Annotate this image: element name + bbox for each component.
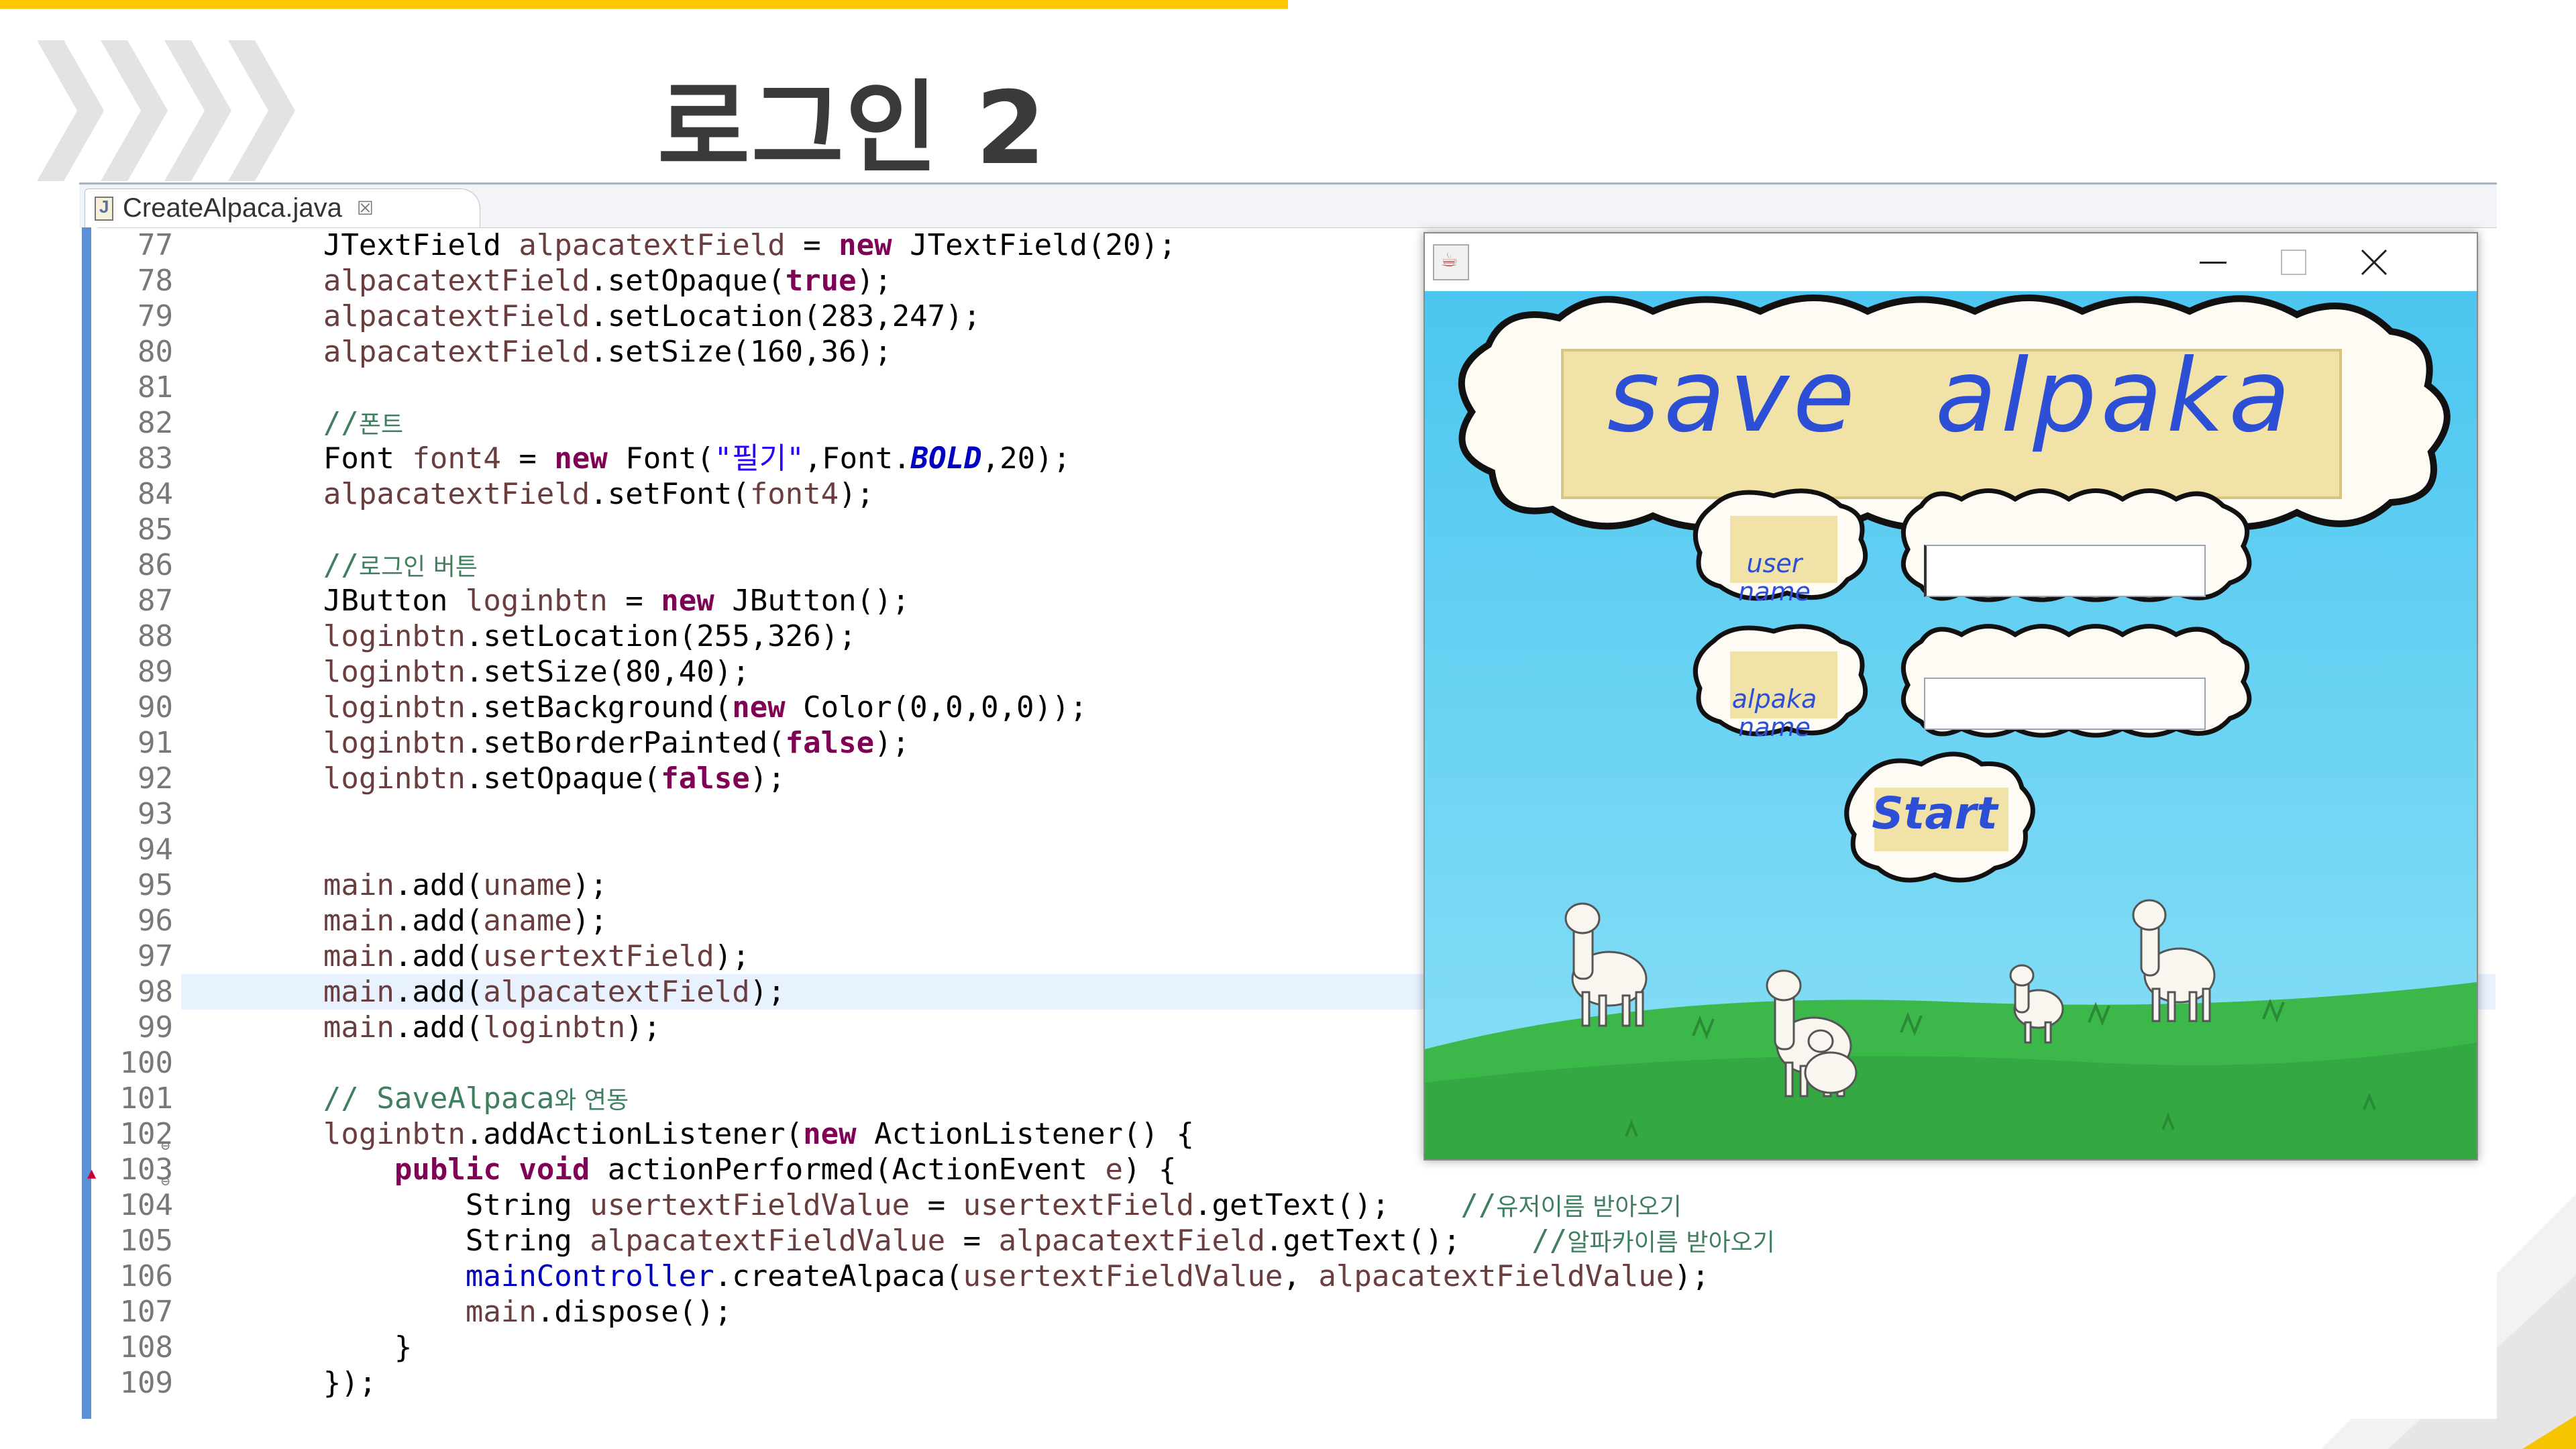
app-canvas: save alpaka user name alpaka name Start — [1425, 291, 2477, 1159]
slide-title: 로그인 2 — [657, 70, 1047, 187]
code-text: //폰트 — [323, 406, 404, 440]
code-text: public void actionPerformed(ActionEvent … — [394, 1152, 1177, 1187]
start-button[interactable]: Start — [1847, 788, 2022, 839]
line-number: 84 — [138, 477, 173, 511]
user-label-line2: name — [1738, 577, 1811, 606]
code-text: alpacatextField.setLocation(283,247); — [323, 299, 981, 333]
top-accent-bar — [0, 0, 1288, 9]
line-number: 90 — [138, 690, 173, 724]
line-number: 96 — [138, 904, 173, 938]
code-text: String usertextFieldValue = usertextFiel… — [181, 1188, 1682, 1222]
alpaka-label-line1: alpaka — [1731, 684, 1817, 714]
window-titlebar[interactable] — [1425, 233, 2477, 291]
code-text: }); — [181, 1366, 377, 1400]
user-label-line1: user — [1746, 549, 1803, 578]
line-number: 83 — [138, 441, 173, 476]
code-text: loginbtn.addActionListener(new ActionLis… — [323, 1117, 1194, 1151]
code-text: // SaveAlpaca와 연동 — [323, 1081, 629, 1116]
line-number: 108 — [119, 1330, 173, 1364]
editor-tab-strip: CreateAlpaca.java ☒ — [79, 184, 2497, 228]
line-number: 87 — [138, 584, 173, 618]
line-number: 98 — [138, 975, 173, 1009]
code-line: 105 String alpacatextFieldValue = alpaca… — [79, 1223, 2494, 1258]
line-number: 79 — [138, 299, 173, 333]
code-text: Font font4 = new Font("필기",Font.BOLD,20)… — [181, 441, 1071, 476]
code-line: 107 main.dispose(); — [79, 1294, 2494, 1330]
code-text: //로그인 버튼 — [323, 548, 478, 582]
code-text: alpacatextField.setFont(font4); — [323, 477, 875, 511]
line-number: 92 — [138, 761, 173, 796]
line-number: 94 — [138, 833, 173, 867]
java-file-icon — [95, 196, 113, 221]
code-text: main.add(aname); — [323, 904, 608, 938]
code-text: main.add(loginbtn); — [323, 1010, 661, 1044]
code-text: alpacatextField.setOpaque(true); — [323, 264, 892, 298]
code-line: 104 String usertextFieldValue = usertext… — [79, 1187, 2494, 1223]
line-number: 99 — [138, 1010, 173, 1044]
line-number: 89 — [138, 655, 173, 689]
code-text: main.add(alpacatextField); — [323, 975, 786, 1009]
user-name-label: user name — [1707, 549, 1841, 606]
code-text: JButton loginbtn = new JButton(); — [181, 584, 910, 618]
chevron-arrows-icon — [37, 40, 295, 181]
code-text: mainController.createAlpaca(usertextFiel… — [465, 1259, 1710, 1293]
line-number: 109 — [119, 1366, 173, 1400]
minimize-button[interactable] — [2176, 233, 2250, 291]
override-marker-icon: ▲ — [87, 1165, 97, 1182]
alpaka-name-input[interactable] — [1924, 678, 2206, 730]
line-number: 105 — [119, 1224, 173, 1258]
editor-tab-label: CreateAlpaca.java — [123, 193, 342, 223]
maximize-icon — [2281, 250, 2306, 275]
close-button[interactable] — [2337, 233, 2411, 291]
line-number: 85 — [138, 513, 173, 547]
app-window: save alpaka user name alpaka name Start — [1424, 232, 2478, 1161]
code-text: loginbtn.setLocation(255,326); — [323, 619, 857, 653]
code-text: loginbtn.setOpaque(false); — [323, 761, 786, 796]
alpaka-name-label: alpaka name — [1707, 685, 1841, 741]
line-number: 81 — [138, 370, 173, 405]
line-number: 93 — [138, 797, 173, 831]
line-number: 107 — [119, 1295, 173, 1329]
line-number: 95 — [138, 868, 173, 902]
maximize-button[interactable] — [2257, 233, 2330, 291]
code-text: main.dispose(); — [465, 1295, 733, 1329]
line-number: 77 — [138, 228, 173, 262]
java-cup-icon — [1433, 244, 1469, 280]
line-number: 104 — [119, 1188, 173, 1222]
code-text: String alpacatextFieldValue = alpacatext… — [181, 1224, 1775, 1258]
editor-tab-createalpaca[interactable]: CreateAlpaca.java ☒ — [85, 189, 480, 227]
code-text: JTextField alpacatextField = new JTextFi… — [181, 228, 1177, 262]
line-number: 101 — [119, 1081, 173, 1116]
line-number: 80 — [138, 335, 173, 369]
code-text: } — [181, 1330, 413, 1364]
line-number: 97 — [138, 939, 173, 973]
code-text: loginbtn.setSize(80,40); — [323, 655, 750, 689]
line-number: 100 — [119, 1046, 173, 1080]
code-text: alpacatextField.setSize(160,36); — [323, 335, 892, 369]
line-number: 78 — [138, 264, 173, 298]
user-name-input[interactable] — [1924, 545, 2206, 597]
code-line: 108 } — [79, 1330, 2494, 1365]
line-number: 106 — [119, 1259, 173, 1293]
code-text: main.add(usertextField); — [323, 939, 750, 973]
minimize-icon — [2200, 261, 2226, 264]
code-line: 106 mainController.createAlpaca(usertext… — [79, 1258, 2494, 1294]
app-banner-title: save alpaka — [1607, 338, 2295, 455]
code-text: loginbtn.setBackground(new Color(0,0,0,0… — [323, 690, 1088, 724]
tab-close-icon[interactable]: ☒ — [357, 197, 374, 219]
line-number: 82 — [138, 406, 173, 440]
code-text: main.add(uname); — [323, 868, 608, 902]
line-number: 91 — [138, 726, 173, 760]
alpaka-label-line2: name — [1738, 712, 1811, 742]
line-number: 86 — [138, 548, 173, 582]
line-number: 88 — [138, 619, 173, 653]
code-line: 109 }); — [79, 1365, 2494, 1401]
close-icon — [2361, 249, 2387, 276]
code-text: loginbtn.setBorderPainted(false); — [323, 726, 910, 760]
